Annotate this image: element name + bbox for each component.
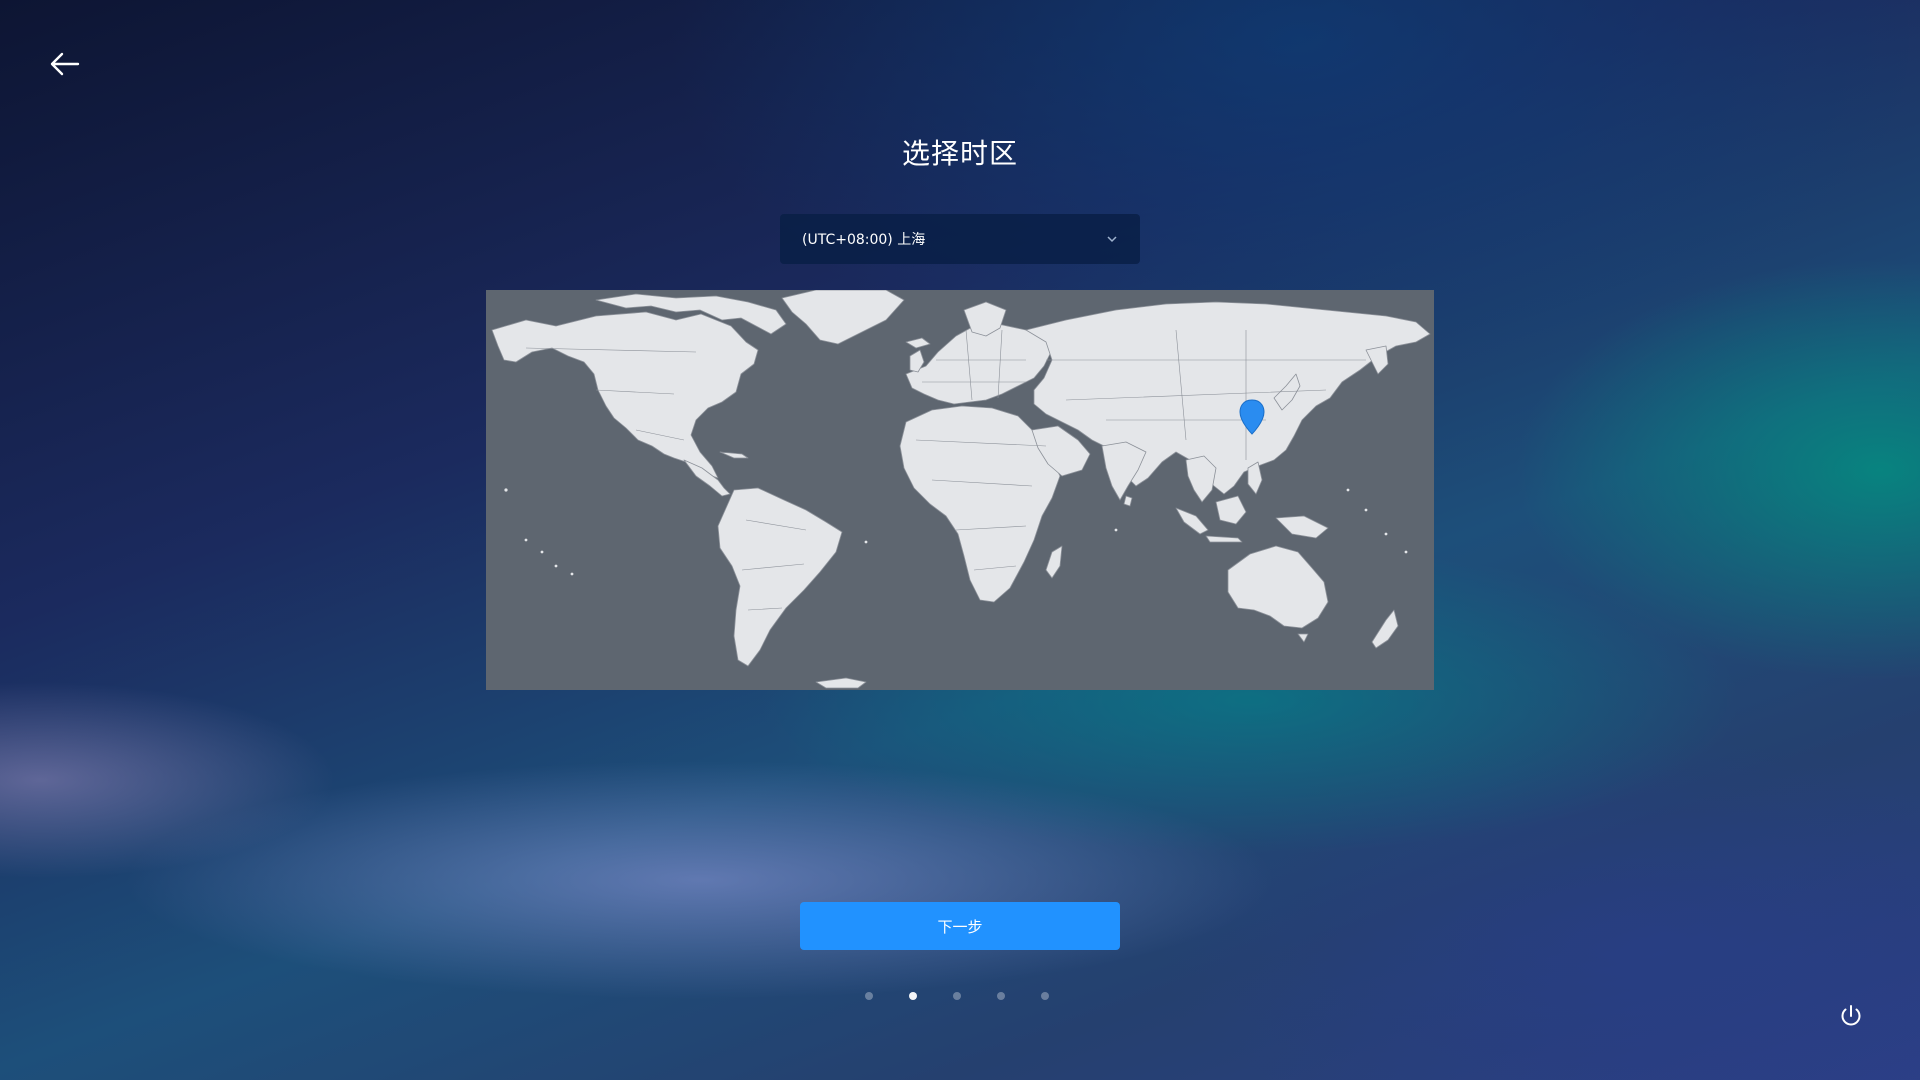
land-south-america <box>717 487 843 667</box>
timezone-select[interactable]: (UTC+08:00) 上海 <box>780 214 1140 264</box>
island-pacific-4 <box>570 572 574 576</box>
land-java <box>1205 535 1243 543</box>
island-hawaii <box>504 488 508 492</box>
next-button[interactable]: 下一步 <box>800 902 1120 950</box>
step-dot-2 <box>909 992 917 1000</box>
land-sri-lanka <box>1123 495 1133 507</box>
step-dot-4 <box>997 992 1005 1000</box>
land-borneo <box>1215 495 1247 525</box>
land-north-america <box>491 311 759 479</box>
world-map-graphic <box>491 290 1431 689</box>
power-icon <box>1841 1005 1861 1026</box>
land-asia <box>1025 301 1431 495</box>
chevron-down-icon <box>1107 236 1117 243</box>
installer-screen: 选择时区 (UTC+08:00) 上海 下一步 <box>0 0 1920 1080</box>
world-map[interactable] <box>486 290 1434 690</box>
island-indian <box>1114 528 1118 532</box>
land-greenland <box>781 290 905 345</box>
island-pacific-5 <box>1346 488 1350 492</box>
land-iceland <box>905 337 931 349</box>
land-philippines <box>1247 461 1263 495</box>
island-pacific-7 <box>1384 532 1388 536</box>
step-dot-1 <box>865 992 873 1000</box>
island-atlantic <box>864 540 868 544</box>
island-pacific-6 <box>1364 508 1368 512</box>
land-new-guinea <box>1275 515 1329 539</box>
step-dot-5 <box>1041 992 1049 1000</box>
island-pacific-2 <box>540 550 544 554</box>
land-europe <box>905 323 1053 405</box>
timezone-select-value: (UTC+08:00) 上海 <box>802 232 926 248</box>
land-madagascar <box>1045 545 1063 579</box>
power-button[interactable] <box>1838 1003 1864 1029</box>
island-pacific-1 <box>524 538 528 542</box>
step-indicator <box>865 991 1055 1001</box>
step-dot-3 <box>953 992 961 1000</box>
back-button[interactable] <box>44 46 84 82</box>
island-pacific-8 <box>1404 550 1408 554</box>
page-title: 选择时区 <box>901 137 1018 170</box>
land-australia <box>1227 545 1329 629</box>
land-new-zealand <box>1371 609 1399 649</box>
arrow-left-icon <box>50 52 80 76</box>
land-tasmania <box>1297 633 1309 643</box>
land-sumatra <box>1175 507 1209 535</box>
island-pacific-3 <box>554 564 558 568</box>
land-cuba <box>719 451 749 459</box>
land-antarctica <box>815 677 867 689</box>
